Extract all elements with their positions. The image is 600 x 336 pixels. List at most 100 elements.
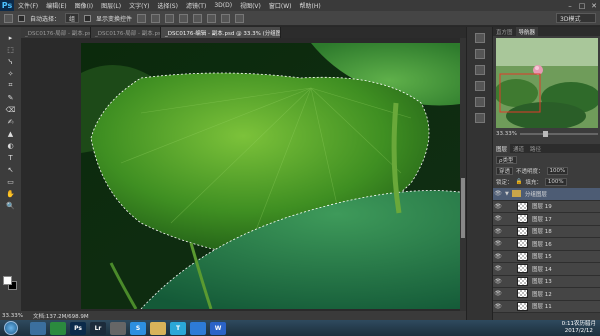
taskbar-app-icon[interactable]: Lr <box>90 321 106 335</box>
taskbar-app-icon[interactable]: S <box>130 321 146 335</box>
auto-select-dropdown[interactable]: 组 <box>65 13 80 23</box>
tab-histogram[interactable]: 直方图 <box>493 27 516 36</box>
zoom-slider[interactable] <box>519 131 598 137</box>
type-tool-icon[interactable]: T <box>5 153 17 162</box>
move-tool-icon[interactable]: ▸ <box>5 33 17 42</box>
workspace-select[interactable]: 3D模式 <box>556 13 596 23</box>
taskbar-app-icon[interactable] <box>150 321 166 335</box>
menu-view[interactable]: 视图(V) <box>236 1 265 10</box>
align-bottom-icon[interactable] <box>165 13 175 23</box>
chevron-down-icon[interactable]: ▼ <box>505 191 509 197</box>
zoom-slider-knob[interactable] <box>543 131 549 137</box>
tab-layers[interactable]: 图层 <box>493 144 511 153</box>
eye-icon[interactable]: 👁 <box>493 265 503 272</box>
taskbar-app-icon[interactable]: W <box>210 321 226 335</box>
menu-file[interactable]: 文件(F) <box>14 1 42 10</box>
history-icon[interactable] <box>474 33 485 43</box>
distribute-icon[interactable] <box>221 13 231 23</box>
eye-icon[interactable]: 👁 <box>493 215 503 222</box>
align-top-icon[interactable] <box>137 13 147 23</box>
taskbar-app-icon[interactable] <box>190 321 206 335</box>
tab-channels[interactable]: 通道 <box>510 144 527 153</box>
brush-presets-icon[interactable] <box>474 97 485 107</box>
minimize-icon[interactable]: – <box>564 0 576 11</box>
path-select-tool-icon[interactable]: ↖ <box>5 165 17 174</box>
lasso-tool-icon[interactable]: ᓭ <box>5 57 17 66</box>
eye-icon[interactable]: 👁 <box>493 253 503 260</box>
layer-group-row[interactable]: 👁 ▼ 分组图层 <box>493 188 600 201</box>
menu-image[interactable]: 图像(I) <box>71 1 97 10</box>
menu-help[interactable]: 帮助(H) <box>296 1 325 10</box>
auto-select-checkbox[interactable] <box>18 14 25 22</box>
tab-paths[interactable]: 路径 <box>527 144 544 153</box>
hand-tool-icon[interactable]: ✋ <box>5 189 17 198</box>
layer-row[interactable]: 👁 图层 19 <box>493 200 600 213</box>
eye-icon[interactable]: 👁 <box>493 190 503 197</box>
menu-window[interactable]: 窗口(W) <box>265 1 296 10</box>
layer-row[interactable]: 👁 图层 15 <box>493 250 600 263</box>
fill-field[interactable]: 100% <box>544 177 567 186</box>
layer-row[interactable]: 👁 图层 17 <box>493 213 600 226</box>
start-button[interactable] <box>4 321 18 335</box>
document-tab-active[interactable]: _DSC0176-编辑 - 副本.psd @ 33.3% (分组图层, RGB/… <box>161 27 281 38</box>
show-transform-checkbox[interactable] <box>84 14 92 22</box>
menu-type[interactable]: 文字(Y) <box>125 1 153 10</box>
adjustments-icon[interactable] <box>474 65 485 75</box>
menu-layer[interactable]: 图层(L) <box>97 1 125 10</box>
navigator-preview[interactable] <box>496 38 598 128</box>
taskbar-app-icon[interactable]: Ps <box>70 321 86 335</box>
eye-icon[interactable]: 👁 <box>493 240 503 247</box>
document-tab[interactable]: _DSC0176-局部 - 副本.psd @ 12.5% (图层 44, RG.… <box>91 27 161 38</box>
crop-tool-icon[interactable]: ⌗ <box>5 81 17 90</box>
navigator-zoom[interactable]: 33.33% <box>496 131 517 137</box>
layer-row[interactable]: 👁 图层 11 <box>493 300 600 313</box>
brush-tool-icon[interactable]: ✎ <box>5 93 17 102</box>
distribute-horizontal-icon[interactable] <box>235 13 245 23</box>
opacity-field[interactable]: 100% <box>546 166 569 175</box>
lotus-leaf-image[interactable] <box>81 43 466 309</box>
taskbar-app-icon[interactable] <box>110 321 126 335</box>
eye-icon[interactable]: 👁 <box>493 303 503 310</box>
eye-icon[interactable]: 👁 <box>493 278 503 285</box>
character-icon[interactable] <box>474 113 485 123</box>
menu-3d[interactable]: 3D(D) <box>210 2 236 9</box>
taskbar-app-icon[interactable] <box>50 321 66 335</box>
layer-row[interactable]: 👁 图层 14 <box>493 263 600 276</box>
canvas-area[interactable] <box>21 38 466 311</box>
foreground-color-swatch[interactable] <box>3 276 12 285</box>
lock-icon[interactable]: 🔒 <box>516 179 523 185</box>
align-center-icon[interactable] <box>193 13 203 23</box>
eye-icon[interactable]: 👁 <box>493 228 503 235</box>
tab-navigator[interactable]: 导航器 <box>515 27 539 36</box>
document-tab[interactable]: _DSC0176-局部 - 副本.psd @ 14.8%(1个... <box>21 27 91 38</box>
system-clock[interactable]: 0:11农历腊月 2017/2/12 <box>562 321 596 335</box>
marquee-tool-icon[interactable]: ⬚ <box>5 45 17 54</box>
eye-icon[interactable]: 👁 <box>493 203 503 210</box>
align-middle-icon[interactable] <box>151 13 161 23</box>
maximize-icon[interactable]: □ <box>576 0 588 11</box>
move-tool-preset-icon[interactable] <box>4 13 13 23</box>
align-left-icon[interactable] <box>179 13 189 23</box>
taskbar-app-icon[interactable]: T <box>170 321 186 335</box>
quick-select-tool-icon[interactable]: ✧ <box>5 69 17 78</box>
scroll-thumb[interactable] <box>461 178 465 238</box>
layer-row[interactable]: 👁 图层 18 <box>493 225 600 238</box>
close-icon[interactable]: ✕ <box>588 0 600 11</box>
clone-stamp-tool-icon[interactable]: ✍ <box>5 117 17 126</box>
actions-icon[interactable] <box>474 81 485 91</box>
shape-tool-icon[interactable]: ▭ <box>5 177 17 186</box>
gradient-tool-icon[interactable]: ▲ <box>5 129 17 138</box>
layer-row[interactable]: 👁 图层 16 <box>493 238 600 251</box>
align-right-icon[interactable] <box>207 13 217 23</box>
menu-filter[interactable]: 滤镜(T) <box>182 1 210 10</box>
properties-icon[interactable] <box>474 49 485 59</box>
eye-icon[interactable]: 👁 <box>493 290 503 297</box>
layer-row[interactable]: 👁 图层 12 <box>493 288 600 301</box>
menu-edit[interactable]: 编辑(E) <box>42 1 70 10</box>
zoom-level[interactable]: 33.33% <box>2 313 23 319</box>
blend-mode-select[interactable]: 穿透 <box>496 166 514 175</box>
eraser-tool-icon[interactable]: ⌫ <box>5 105 17 114</box>
dodge-tool-icon[interactable]: ◐ <box>5 141 17 150</box>
layer-kind-filter[interactable]: ρ类型 <box>496 155 517 164</box>
menu-select[interactable]: 选择(S) <box>153 1 182 10</box>
